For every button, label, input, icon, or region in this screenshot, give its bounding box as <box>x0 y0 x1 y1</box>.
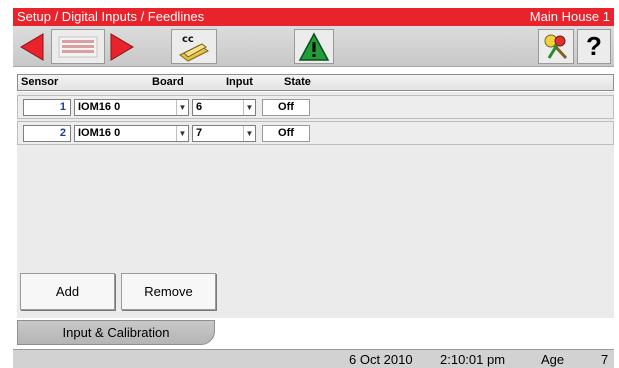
board-value: IOM16 0 <box>78 101 121 113</box>
column-header-sensor: Sensor <box>21 76 59 88</box>
chevron-down-icon: ▼ <box>243 126 255 141</box>
status-date: 6 Oct 2010 <box>349 352 413 367</box>
copy-button[interactable]: cc <box>171 29 217 64</box>
toolbar: cc ? <box>13 26 614 67</box>
copy-clipboard-icon: cc <box>179 34 209 62</box>
cc-text: cc <box>182 34 194 45</box>
title-bar: Setup / Digital Inputs / Feedlines Main … <box>13 8 614 26</box>
chevron-down-icon: ▼ <box>176 126 188 141</box>
remove-button[interactable]: Remove <box>121 273 216 310</box>
age-value: 7 <box>601 352 609 367</box>
previous-button[interactable] <box>17 29 47 64</box>
column-header-state: State <box>284 76 311 88</box>
left-arrow-icon <box>20 32 44 61</box>
list-view-button[interactable] <box>51 29 105 64</box>
age-label: Age <box>541 352 565 367</box>
input-value: 6 <box>196 101 203 113</box>
column-header-board: Board <box>152 76 184 88</box>
input-select[interactable]: 7 ▼ <box>192 125 256 142</box>
status-bar: 6 Oct 2010 2:10:01 pm Age 7 <box>13 349 614 368</box>
state-value: Off <box>262 99 310 116</box>
board-value: IOM16 0 <box>78 127 121 139</box>
breadcrumb: Setup / Digital Inputs / Feedlines <box>17 9 205 24</box>
input-value: 7 <box>196 127 203 139</box>
keys-icon <box>544 34 568 59</box>
sensor-number[interactable]: 1 <box>23 99 71 116</box>
table-row: 1 IOM16 0 ▼ 6 ▼ Off <box>17 95 614 119</box>
help-icon: ? <box>586 31 602 61</box>
status-time: 2:10:01 pm <box>440 352 506 367</box>
table-header: Sensor Board Input State <box>17 74 614 91</box>
warning-triangle-icon <box>298 31 330 61</box>
column-header-input: Input <box>226 76 253 88</box>
help-button[interactable]: ? <box>577 29 611 64</box>
board-select[interactable]: IOM16 0 ▼ <box>74 99 189 116</box>
sensor-number[interactable]: 2 <box>23 125 71 142</box>
add-button[interactable]: Add <box>20 273 115 310</box>
tab-input-calibration[interactable]: Input & Calibration <box>17 320 215 345</box>
list-icon <box>58 36 98 57</box>
alarm-button[interactable] <box>294 29 334 64</box>
chevron-down-icon: ▼ <box>176 100 188 115</box>
table-row: 2 IOM16 0 ▼ 7 ▼ Off <box>17 121 614 145</box>
state-value: Off <box>262 125 310 142</box>
next-button[interactable] <box>107 29 137 64</box>
location-label: Main House 1 <box>529 9 610 24</box>
board-select[interactable]: IOM16 0 ▼ <box>74 125 189 142</box>
chevron-down-icon: ▼ <box>243 100 255 115</box>
input-select[interactable]: 6 ▼ <box>192 99 256 116</box>
access-key-button[interactable] <box>538 29 574 64</box>
right-arrow-icon <box>110 32 134 61</box>
